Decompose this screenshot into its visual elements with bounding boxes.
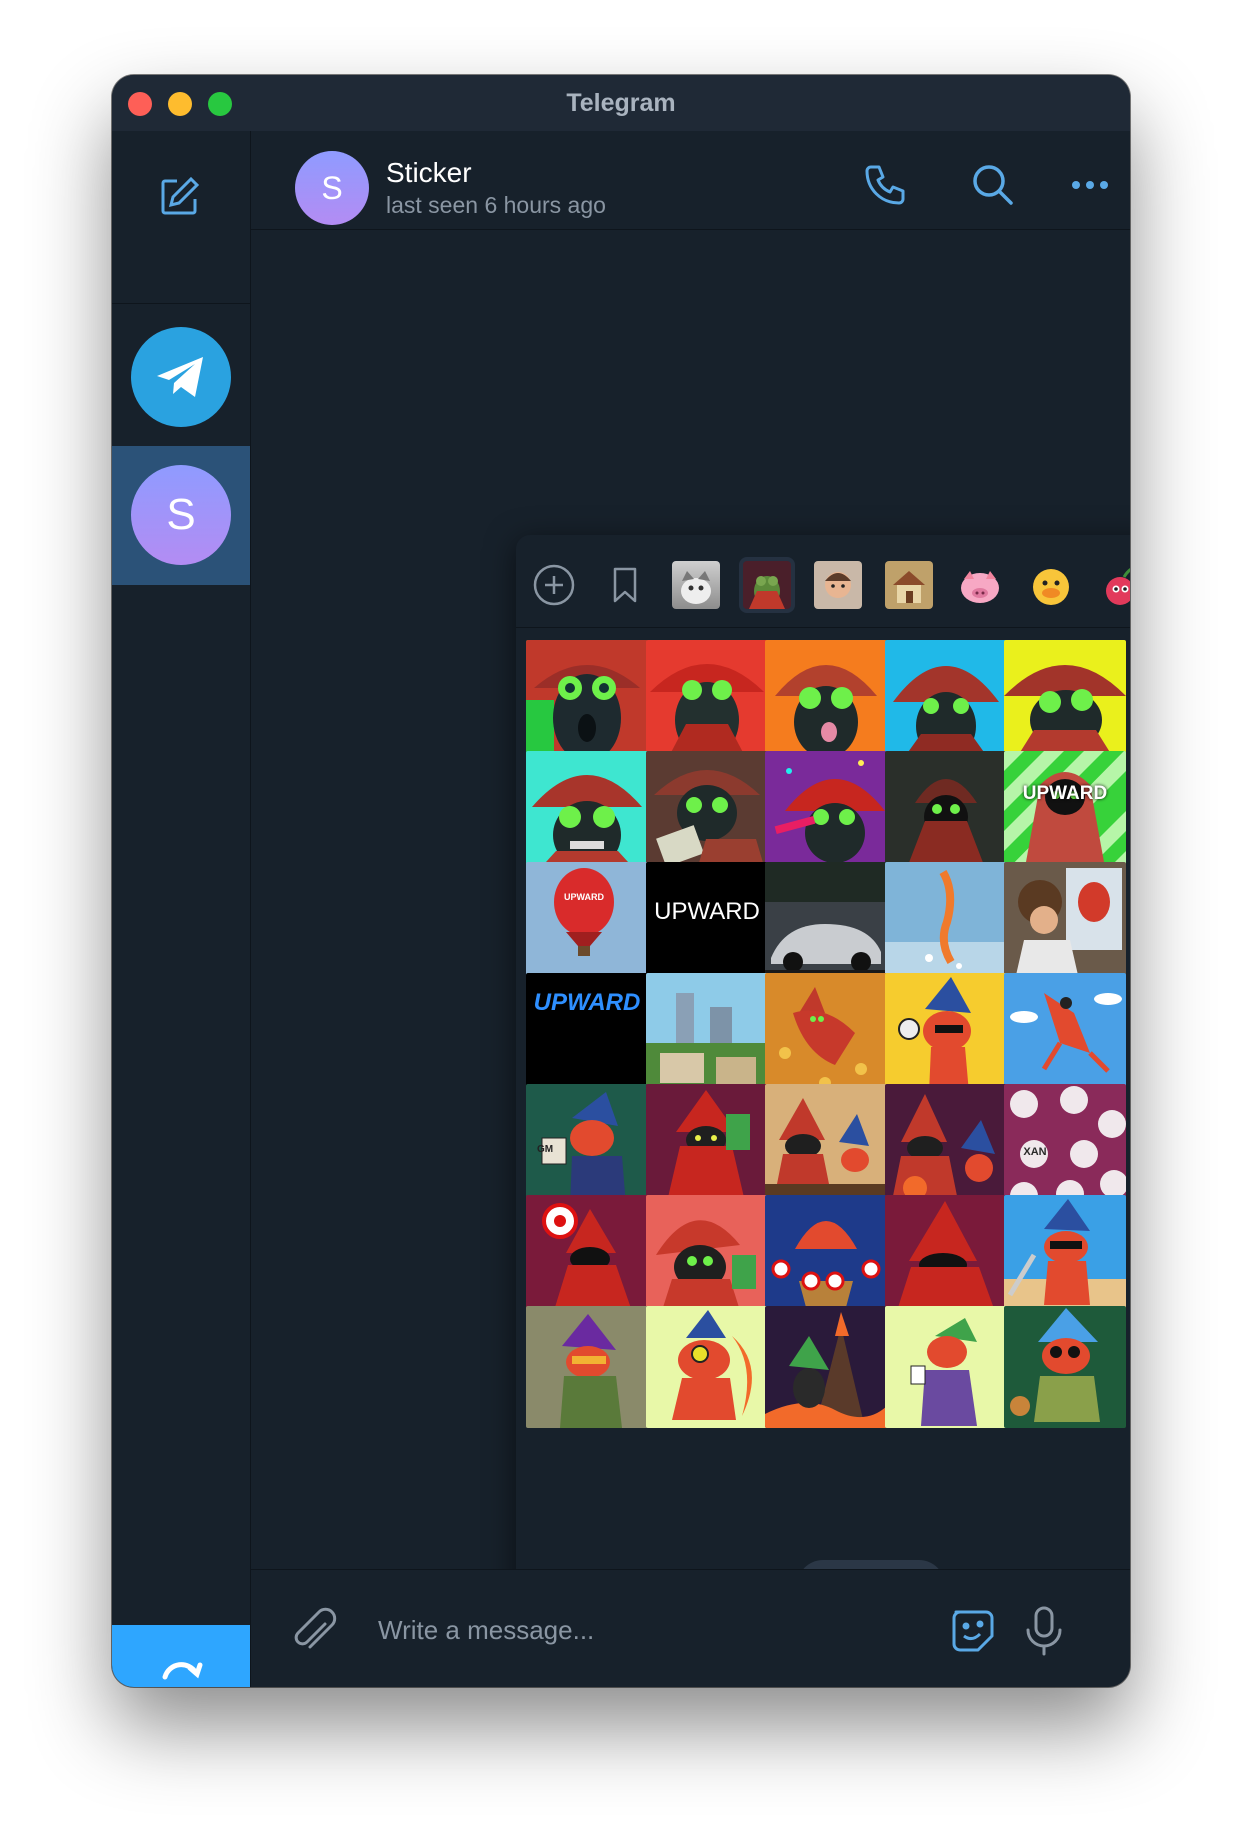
sticker[interactable] bbox=[885, 1306, 1007, 1428]
call-button[interactable] bbox=[861, 161, 909, 209]
chat-sidebar: S bbox=[112, 131, 251, 1687]
avatar: S bbox=[131, 465, 231, 565]
sticker-pack-duck[interactable] bbox=[1023, 557, 1079, 613]
chat-header: S Sticker last seen 6 hours ago bbox=[251, 131, 1130, 230]
compose-button[interactable] bbox=[157, 175, 201, 219]
sticker-pack-house[interactable] bbox=[881, 557, 937, 613]
sticker[interactable] bbox=[1004, 1195, 1126, 1317]
sticker[interactable] bbox=[526, 640, 648, 762]
telegram-chat-item[interactable] bbox=[131, 327, 231, 427]
search-icon bbox=[973, 165, 1013, 205]
sticker[interactable] bbox=[765, 640, 887, 762]
sticker[interactable] bbox=[765, 862, 887, 984]
sticker[interactable] bbox=[526, 1306, 648, 1428]
phone-icon bbox=[865, 165, 905, 205]
sticker-button[interactable] bbox=[946, 1604, 1000, 1658]
microphone-icon bbox=[1026, 1606, 1062, 1656]
app-window: Telegram S S Sticker last seen 6 hours a… bbox=[112, 75, 1130, 1687]
sticker[interactable] bbox=[765, 751, 887, 873]
refresh-icon bbox=[162, 1662, 203, 1680]
more-icon bbox=[1072, 181, 1108, 189]
sticker-pack-cat[interactable] bbox=[668, 557, 724, 613]
sticker-panel: UPWARD UPWARD UPWARD UPWARD GM XAN bbox=[516, 535, 1130, 1641]
sticker[interactable] bbox=[526, 751, 648, 873]
sticker-icon bbox=[952, 1610, 994, 1652]
sticker[interactable] bbox=[885, 640, 1007, 762]
sticker[interactable] bbox=[526, 1195, 648, 1317]
sticker-caption: XAN bbox=[1023, 1146, 1047, 1158]
paper-plane-icon bbox=[157, 357, 203, 397]
message-input[interactable]: Write a message... bbox=[378, 1610, 938, 1650]
sticker[interactable] bbox=[646, 640, 768, 762]
sticker[interactable] bbox=[765, 1306, 887, 1428]
sticker-pack-cherry[interactable] bbox=[1094, 557, 1130, 613]
sticker-grid: UPWARD UPWARD UPWARD UPWARD GM XAN bbox=[526, 640, 1130, 1470]
sticker-caption: UPWARD bbox=[654, 898, 760, 925]
sticker[interactable]: UPWARD bbox=[526, 973, 648, 1095]
add-sticker-pack-button[interactable] bbox=[526, 557, 582, 613]
sticker-pack-baby[interactable] bbox=[810, 557, 866, 613]
search-button[interactable] bbox=[969, 161, 1017, 209]
sticker[interactable] bbox=[1004, 862, 1126, 984]
sticker-pack-tabs bbox=[516, 535, 1130, 628]
sticker[interactable] bbox=[885, 862, 1007, 984]
sticker[interactable] bbox=[646, 973, 768, 1095]
sticker[interactable] bbox=[646, 1195, 768, 1317]
add-icon bbox=[533, 564, 575, 606]
voice-button[interactable] bbox=[1017, 1604, 1071, 1658]
bookmark-icon bbox=[613, 567, 637, 603]
sticker[interactable] bbox=[765, 1195, 887, 1317]
window-title: Telegram bbox=[566, 89, 676, 117]
sticker[interactable] bbox=[765, 1084, 887, 1206]
compose-icon bbox=[161, 176, 200, 215]
sticker-caption: UPWARD bbox=[1022, 783, 1108, 804]
message-composer: Write a message... bbox=[251, 1569, 1130, 1687]
sticker[interactable] bbox=[646, 1084, 768, 1206]
sticker-caption: GM bbox=[536, 1144, 554, 1155]
sticker[interactable] bbox=[885, 1195, 1007, 1317]
sticker[interactable] bbox=[765, 973, 887, 1095]
more-button[interactable] bbox=[1066, 161, 1114, 209]
sticker[interactable] bbox=[646, 751, 768, 873]
sticker[interactable]: GM bbox=[526, 1084, 648, 1206]
zoom-window-button[interactable] bbox=[208, 92, 232, 116]
sticker[interactable] bbox=[1004, 640, 1126, 762]
sticker[interactable] bbox=[646, 1306, 768, 1428]
sticker[interactable]: UPWARD bbox=[1004, 751, 1126, 873]
title-bar: Telegram bbox=[112, 75, 1130, 131]
sticker-pack-frog[interactable] bbox=[739, 557, 795, 613]
sidebar-divider bbox=[112, 303, 250, 304]
sticker-chat-item[interactable]: S bbox=[112, 446, 250, 585]
sticker[interactable] bbox=[885, 751, 1007, 873]
refresh-button[interactable] bbox=[112, 1625, 250, 1687]
sticker[interactable] bbox=[1004, 1306, 1126, 1428]
sticker[interactable] bbox=[885, 973, 1007, 1095]
attach-button[interactable] bbox=[287, 1604, 341, 1658]
avatar[interactable]: S bbox=[295, 151, 369, 225]
sticker[interactable] bbox=[885, 1084, 1007, 1206]
sticker-caption: UPWARD bbox=[533, 989, 641, 1016]
sticker[interactable]: UPWARD bbox=[526, 862, 648, 984]
chat-name[interactable]: Sticker bbox=[386, 157, 472, 189]
attach-icon bbox=[294, 1607, 337, 1649]
sticker-pack-pig[interactable] bbox=[952, 557, 1008, 613]
chat-status: last seen 6 hours ago bbox=[386, 192, 606, 218]
sticker-caption: UPWARD bbox=[564, 892, 604, 902]
minimize-window-button[interactable] bbox=[168, 92, 192, 116]
sticker[interactable]: UPWARD bbox=[646, 862, 768, 984]
sticker[interactable] bbox=[1004, 973, 1126, 1095]
saved-stickers-tab[interactable] bbox=[597, 557, 653, 613]
close-window-button[interactable] bbox=[128, 92, 152, 116]
sticker[interactable]: XAN bbox=[1004, 1084, 1126, 1206]
